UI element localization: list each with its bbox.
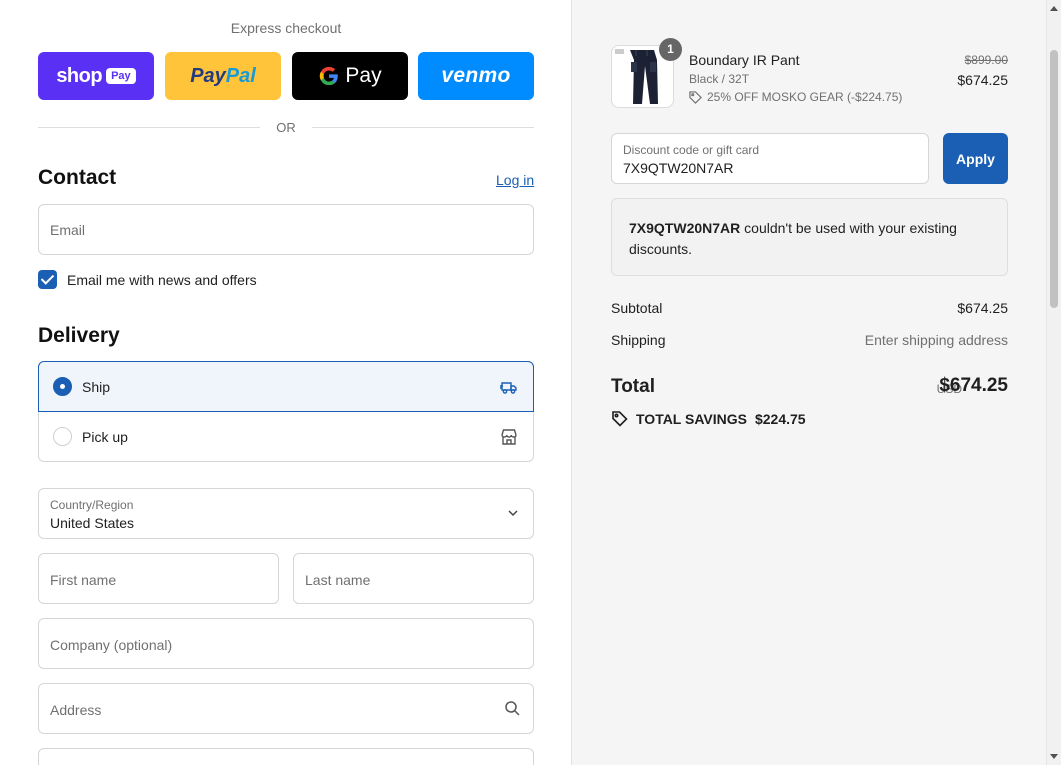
apply-button[interactable]: Apply <box>943 133 1008 184</box>
google-pay-label: Pay <box>345 64 382 87</box>
paypal-logo-part1: Pay <box>190 64 226 87</box>
discount-code-value: 7X9QTW20N7AR <box>623 160 734 176</box>
express-checkout-title: Express checkout <box>230 20 342 36</box>
email-placeholder: Email <box>50 222 86 238</box>
delivery-heading: Delivery <box>38 324 120 347</box>
discount-code-field[interactable]: Discount code or gift card 7X9QTW20N7AR <box>611 133 929 184</box>
tag-icon <box>689 90 702 104</box>
subtotal-row: Subtotal $674.25 <box>611 300 1008 316</box>
login-link[interactable]: Log in <box>496 172 534 188</box>
shipping-value: Enter shipping address <box>864 332 1008 348</box>
divider-line-right <box>312 127 534 128</box>
discount-code-label: Discount code or gift card <box>623 143 760 157</box>
chevron-down-icon <box>508 510 518 517</box>
shipping-row: Shipping Enter shipping address <box>611 332 1008 348</box>
subtotal-value: $674.25 <box>957 300 1008 316</box>
store-icon <box>501 429 517 445</box>
country-value: United States <box>50 515 135 531</box>
subtotal-label: Subtotal <box>611 300 663 316</box>
checkout-form-panel: Express checkout shop Pay Pay Pal Pay ven… <box>0 0 572 765</box>
address-placeholder: Address <box>50 702 102 718</box>
product-name: Boundary IR Pant <box>689 52 800 68</box>
truck-icon <box>500 382 517 394</box>
google-g-icon <box>320 66 339 86</box>
page-scrollbar[interactable] <box>1046 0 1061 765</box>
quantity-badge: 1 <box>659 38 682 61</box>
pickup-label: Pick up <box>82 429 128 445</box>
newsletter-label: Email me with news and offers <box>67 272 257 288</box>
delivery-option-pickup[interactable]: Pick up <box>39 412 533 462</box>
product-discount-text: 25% OFF MOSKO GEAR (-$224.75) <box>707 90 903 104</box>
search-icon <box>505 701 520 716</box>
venmo-button[interactable]: venmo <box>418 52 534 100</box>
total-savings: TOTAL SAVINGS $224.75 <box>611 410 806 427</box>
pickup-radio[interactable] <box>53 427 72 446</box>
company-placeholder: Company (optional) <box>50 637 173 653</box>
product-discount: 25% OFF MOSKO GEAR (-$224.75) <box>689 90 902 104</box>
first-name-field[interactable]: First name <box>38 553 279 604</box>
savings-tag-icon <box>612 411 628 427</box>
paypal-button[interactable]: Pay Pal <box>165 52 281 100</box>
shop-pay-word: shop <box>56 64 103 87</box>
shipping-label: Shipping <box>611 332 666 348</box>
country-label: Country/Region <box>50 498 134 512</box>
google-pay-button[interactable]: Pay <box>292 52 408 100</box>
company-field[interactable]: Company (optional) <box>38 618 534 669</box>
last-name-field[interactable]: Last name <box>293 553 534 604</box>
newsletter-checkbox[interactable] <box>38 270 57 289</box>
scroll-down-arrow-icon[interactable] <box>1050 754 1058 759</box>
contact-heading: Contact <box>38 166 117 189</box>
total-value: $674.25 <box>939 375 1008 396</box>
error-code: 7X9QTW20N7AR <box>629 220 741 236</box>
product-price: $674.25 <box>957 72 1008 88</box>
scrollbar-thumb[interactable] <box>1050 50 1058 308</box>
address-field[interactable]: Address <box>38 683 534 734</box>
ship-label: Ship <box>82 379 111 395</box>
delivery-method-group: Ship Pick up <box>38 361 534 462</box>
country-select[interactable]: Country/Region United States <box>38 488 534 539</box>
or-divider: OR <box>38 119 534 137</box>
paypal-logo-part2: Pal <box>225 64 256 87</box>
total-label: Total <box>611 376 655 397</box>
product-variant: Black / 32T <box>689 72 750 86</box>
shop-pay-button[interactable]: shop Pay <box>38 52 154 100</box>
email-field[interactable]: Email <box>38 204 534 255</box>
savings-label: TOTAL SAVINGS <box>636 410 747 427</box>
discount-error-message: 7X9QTW20N7AR couldn't be used with your … <box>611 198 1008 276</box>
apartment-field[interactable] <box>38 748 534 765</box>
shop-pay-badge: Pay <box>106 68 136 84</box>
last-name-placeholder: Last name <box>305 572 371 588</box>
savings-value: $224.75 <box>754 410 806 427</box>
product-price-original: $899.00 <box>964 53 1008 67</box>
venmo-logo: venmo <box>441 64 511 87</box>
ship-radio[interactable] <box>53 377 72 396</box>
delivery-option-ship[interactable]: Ship <box>38 361 534 412</box>
scroll-up-arrow-icon[interactable] <box>1050 6 1058 11</box>
first-name-placeholder: First name <box>50 572 117 588</box>
